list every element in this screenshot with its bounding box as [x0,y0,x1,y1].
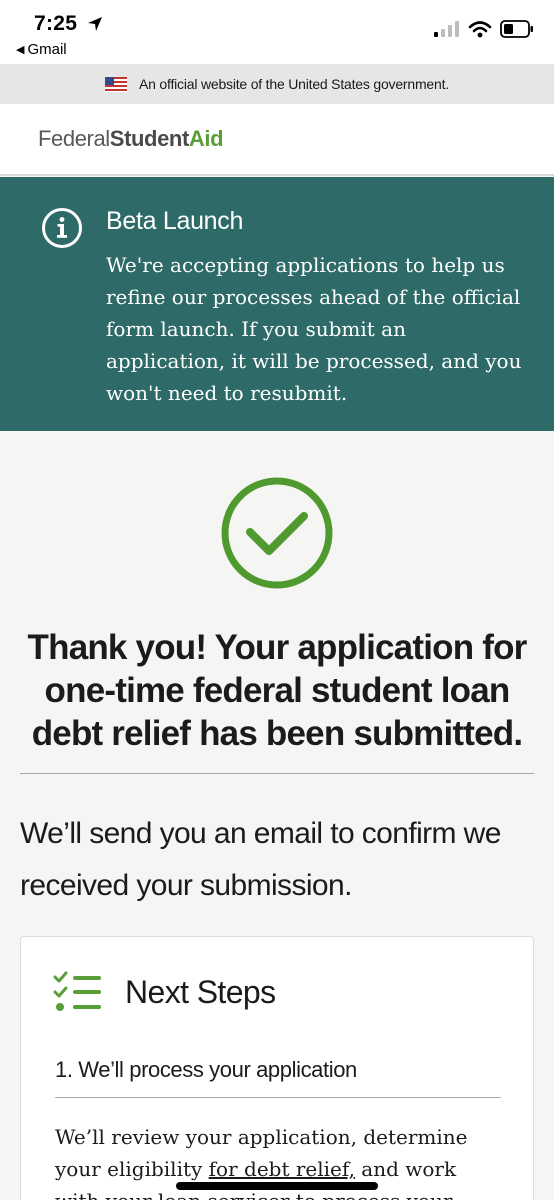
next-steps-title: Next Steps [125,974,276,1010]
info-icon [42,208,82,248]
system-icons [434,20,534,38]
logo-student: Student [109,126,189,151]
back-triangle-icon: ◀ [16,44,25,56]
success-check-icon [221,477,333,589]
cellular-signal-icon [434,21,459,37]
clock: 7:25 [34,12,78,35]
gov-banner: An official website of the United States… [0,64,554,104]
divider [20,773,534,774]
beta-body: We're accepting applications to help us … [106,253,522,405]
email-confirmation-note: We’ll send you an email to confirm we re… [20,817,501,902]
gov-banner-text: An official website of the United States… [139,76,449,92]
wifi-icon [468,21,492,38]
back-app-label: Gmail [27,41,67,58]
federal-student-aid-logo[interactable]: FederalStudentAid [38,126,224,152]
site-header: FederalStudentAid [0,104,554,176]
logo-federal: Federal [38,126,110,151]
checklist-icon [53,971,101,1011]
home-indicator[interactable] [176,1182,378,1190]
step-1-heading: 1. We’ll process your application [55,1057,357,1082]
debt-relief-link[interactable]: for debt relief, [209,1157,355,1181]
step-divider [55,1097,501,1098]
next-steps-card: Next Steps 1. We’ll process your applica… [20,936,534,1200]
back-to-app-link[interactable]: ◀ Gmail [16,41,67,58]
status-bar: 7:25 ◀ Gmail [0,0,554,64]
beta-title: Beta Launch [106,207,244,235]
battery-icon [500,20,533,38]
beta-launch-banner: Beta Launch We're accepting applications… [0,177,554,431]
us-flag-icon [105,76,128,92]
logo-aid: Aid [188,126,224,151]
confirmation-title: Thank you! Your application for one-time… [27,628,528,753]
location-arrow-icon [88,17,102,31]
